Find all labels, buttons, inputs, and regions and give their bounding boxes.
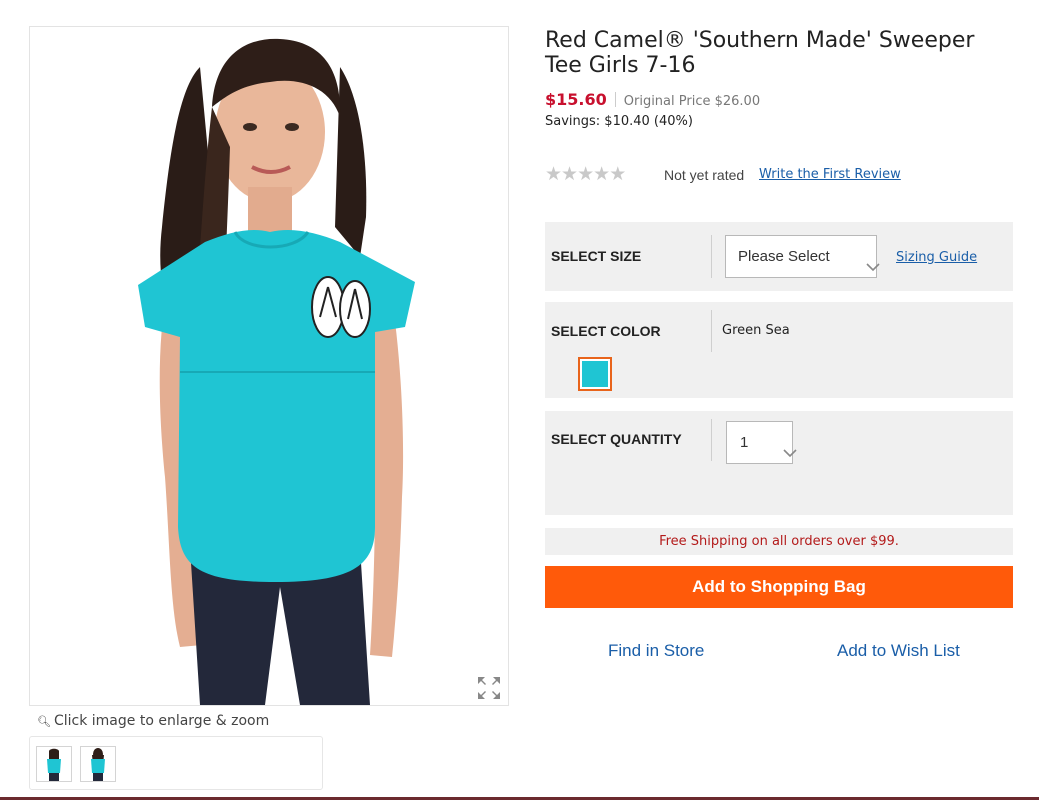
- expand-icon[interactable]: [476, 675, 502, 701]
- quantity-select-value: 1: [740, 434, 749, 451]
- panel-divider: [711, 235, 712, 278]
- zoom-hint: 🔍︎ Click image to enlarge & zoom: [37, 713, 269, 729]
- quantity-label: SELECT QUANTITY: [551, 431, 682, 447]
- zoom-hint-text: Click image to enlarge & zoom: [53, 713, 270, 729]
- thumbnail-back[interactable]: [80, 746, 116, 782]
- quantity-select[interactable]: 1: [726, 421, 797, 464]
- thumbnail-front[interactable]: [36, 746, 72, 782]
- color-panel: SELECT COLOR Green Sea: [545, 302, 1013, 398]
- rating-status: Not yet rated: [664, 167, 745, 183]
- add-to-wish-list-link[interactable]: Add to Wish List: [837, 641, 960, 661]
- write-review-link[interactable]: Write the First Review: [759, 167, 901, 182]
- star-icon: ★: [577, 163, 594, 185]
- size-label: SELECT SIZE: [551, 248, 642, 264]
- rating-stars: ★★★★★: [545, 163, 626, 185]
- swatch-fill: [582, 361, 608, 387]
- product-main-image[interactable]: [29, 26, 509, 706]
- star-icon: ★: [609, 163, 626, 185]
- find-in-store-link[interactable]: Find in Store: [608, 641, 704, 661]
- sale-price: $15.60: [545, 90, 607, 109]
- size-panel: SELECT SIZE Please Select Sizing Guide: [545, 222, 1013, 291]
- thumbnail-strip: [29, 736, 323, 790]
- panel-divider: [711, 419, 712, 461]
- chevron-down-icon: [854, 249, 880, 272]
- magnifier-icon: 🔍︎: [37, 715, 51, 728]
- size-select[interactable]: Please Select: [725, 235, 880, 278]
- product-title: Red Camel® 'Southern Made' Sweeper Tee G…: [545, 28, 975, 78]
- original-price: Original Price $26.00: [623, 94, 761, 109]
- star-icon: ★: [593, 163, 610, 185]
- sizing-guide-link[interactable]: Sizing Guide: [896, 250, 977, 265]
- free-shipping-banner: Free Shipping on all orders over $99.: [545, 528, 1013, 555]
- color-swatch-green-sea[interactable]: [578, 357, 612, 391]
- chevron-down-icon: [770, 435, 797, 458]
- price-divider: [614, 92, 616, 107]
- star-icon: ★: [545, 163, 562, 185]
- star-icon: ★: [561, 163, 578, 185]
- product-photo: [30, 27, 508, 705]
- panel-divider: [711, 310, 712, 352]
- add-to-bag-button[interactable]: Add to Shopping Bag: [545, 566, 1013, 608]
- color-label: SELECT COLOR: [551, 323, 661, 339]
- price-row: $15.60 Original Price $26.00: [545, 90, 760, 109]
- quantity-panel: SELECT QUANTITY 1: [545, 411, 1013, 515]
- selected-color-name: Green Sea: [722, 323, 790, 338]
- size-select-value: Please Select: [738, 248, 830, 265]
- savings-text: Savings: $10.40 (40%): [545, 114, 693, 129]
